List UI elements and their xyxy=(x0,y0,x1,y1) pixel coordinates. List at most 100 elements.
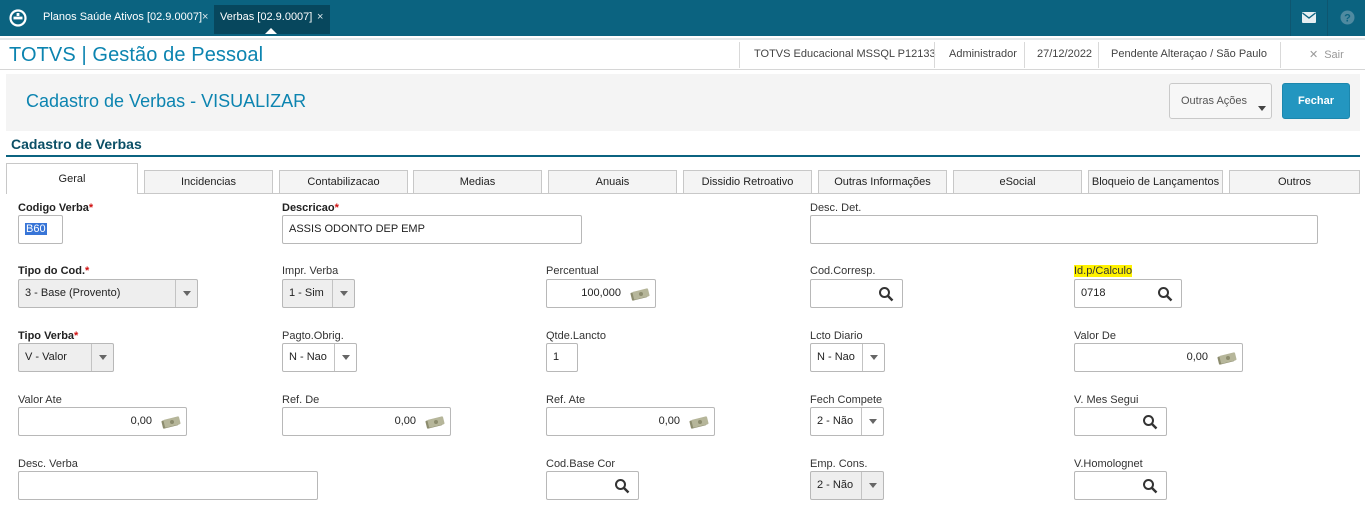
calculator-money-icon[interactable] xyxy=(689,415,709,429)
emp-cons-select[interactable]: 2 - Não xyxy=(810,471,884,500)
chevron-down-icon xyxy=(861,408,883,435)
tab-planos-saude[interactable]: Planos Saúde Ativos [02.9.0007] × xyxy=(37,5,215,34)
impr-verba-select[interactable]: 1 - Sim xyxy=(282,279,355,308)
chevron-down-icon xyxy=(332,280,354,307)
desc-verba-label: Desc. Verba xyxy=(18,458,78,470)
svg-text:?: ? xyxy=(1344,13,1351,25)
chevron-down-icon xyxy=(1258,106,1266,111)
close-button[interactable]: Fechar xyxy=(1282,83,1350,119)
tipo-verba-select[interactable]: V - Valor xyxy=(18,343,114,372)
calculator-money-icon[interactable] xyxy=(1217,351,1237,365)
section-divider xyxy=(6,155,1360,157)
tipo-cod-label: Tipo do Cod.* xyxy=(18,265,89,277)
id-calculo-field[interactable]: 0718 xyxy=(1074,279,1182,308)
date-label: 27/12/2022 xyxy=(1037,48,1093,60)
divider xyxy=(739,42,740,68)
calculator-money-icon[interactable] xyxy=(161,415,181,429)
select-value: 2 - Não xyxy=(817,415,854,427)
search-icon[interactable] xyxy=(1141,478,1159,494)
exit-label: Sair xyxy=(1324,49,1344,61)
tab-medias[interactable]: Medias xyxy=(413,170,542,194)
tab-outros[interactable]: Outros xyxy=(1229,170,1360,194)
cod-base-cor-label: Cod.Base Cor xyxy=(546,458,616,470)
v-mes-segui-label: V. Mes Segui xyxy=(1074,394,1139,406)
id-calculo-label: Id.p/Calculo xyxy=(1074,265,1133,277)
section-title: Cadastro de Verbas xyxy=(11,136,142,152)
pagto-obrig-select[interactable]: N - Nao xyxy=(282,343,357,372)
desc-verba-field[interactable] xyxy=(18,471,318,500)
lcto-diario-select[interactable]: N - Nao xyxy=(810,343,885,372)
mail-icon xyxy=(1302,12,1316,23)
divider xyxy=(1024,42,1025,68)
descricao-field[interactable]: ASSIS ODONTO DEP EMP xyxy=(282,215,582,244)
active-tab-caret-icon xyxy=(265,28,277,34)
codigo-verba-label: Codigo Verba* xyxy=(18,202,93,214)
codigo-verba-value: B60 xyxy=(25,223,47,235)
codigo-verba-field[interactable]: B60 xyxy=(18,215,63,244)
ref-de-label: Ref. De xyxy=(282,394,320,406)
chevron-down-icon xyxy=(861,472,883,499)
help-button[interactable]: ? xyxy=(1327,0,1365,36)
divider xyxy=(934,42,935,68)
search-icon[interactable] xyxy=(877,286,895,302)
close-icon: ✕ xyxy=(1309,49,1319,61)
tab-incidencias[interactable]: Incidencias xyxy=(144,170,273,194)
tab-dissidio-retroativo[interactable]: Dissidio Retroativo xyxy=(683,170,812,194)
other-actions-button[interactable]: Outras Ações xyxy=(1169,83,1272,119)
app-title: TOTVS | Gestão de Pessoal xyxy=(9,44,264,66)
select-value: N - Nao xyxy=(817,351,855,363)
search-icon[interactable] xyxy=(1141,414,1159,430)
select-value: 1 - Sim xyxy=(289,287,324,299)
percentual-field[interactable]: 100,000 xyxy=(546,279,656,308)
tab-bloqueio-lancamentos[interactable]: Bloqueio de Lançamentos xyxy=(1088,170,1223,194)
help-icon: ? xyxy=(1340,10,1355,25)
ref-ate-field[interactable]: 0,00 xyxy=(546,407,715,436)
chevron-down-icon xyxy=(862,344,884,371)
tab-outras-informacoes[interactable]: Outras Informações xyxy=(818,170,947,194)
tab-label: Verbas [02.9.0007] xyxy=(220,11,313,23)
ref-de-field[interactable]: 0,00 xyxy=(282,407,451,436)
label-text: Tipo do Cod. xyxy=(18,265,86,277)
valor-de-field[interactable]: 0,00 xyxy=(1074,343,1243,372)
close-icon[interactable]: × xyxy=(317,5,323,29)
tipo-verba-label: Tipo Verba* xyxy=(18,330,78,342)
v-homolognet-field[interactable] xyxy=(1074,471,1167,500)
divider xyxy=(1098,42,1099,68)
cod-base-cor-field[interactable] xyxy=(546,471,639,500)
tab-contabilizacao[interactable]: Contabilizacao xyxy=(279,170,408,194)
cod-corresp-label: Cod.Corresp. xyxy=(810,265,876,277)
close-icon[interactable]: × xyxy=(202,5,208,29)
v-mes-segui-field[interactable] xyxy=(1074,407,1167,436)
tab-geral[interactable]: Geral xyxy=(6,163,138,194)
exit-button[interactable]: ✕ Sair xyxy=(1309,48,1344,61)
tab-anuais[interactable]: Anuais xyxy=(548,170,677,194)
calculator-money-icon[interactable] xyxy=(630,287,650,301)
valor-ate-field[interactable]: 0,00 xyxy=(18,407,187,436)
tipo-cod-select[interactable]: 3 - Base (Provento) xyxy=(18,279,198,308)
field-value: 0718 xyxy=(1081,287,1106,299)
cod-corresp-field[interactable] xyxy=(810,279,903,308)
select-value: V - Valor xyxy=(25,351,67,363)
environment-label: TOTVS Educacional MSSQL P12133 xyxy=(754,48,936,60)
select-value: N - Nao xyxy=(289,351,327,363)
chevron-down-icon xyxy=(175,280,197,307)
page-header: Cadastro de Verbas - VISUALIZAR Outras A… xyxy=(6,74,1360,131)
fech-compete-label: Fech Compete xyxy=(810,394,883,406)
divider xyxy=(1280,42,1281,68)
fech-compete-select[interactable]: 2 - Não xyxy=(810,407,884,436)
page-title: Cadastro de Verbas - VISUALIZAR xyxy=(26,91,307,111)
mail-button[interactable] xyxy=(1290,0,1326,36)
required-marker: * xyxy=(334,202,339,214)
tab-esocial[interactable]: eSocial xyxy=(953,170,1082,194)
select-value: 3 - Base (Provento) xyxy=(25,287,121,299)
desc-det-field[interactable] xyxy=(810,215,1318,244)
search-icon[interactable] xyxy=(1156,286,1174,302)
totvs-logo-icon[interactable] xyxy=(9,9,27,27)
user-label: Administrador xyxy=(949,48,1017,60)
tab-verbas[interactable]: Verbas [02.9.0007] × xyxy=(214,5,330,34)
lcto-diario-label: Lcto Diario xyxy=(810,330,863,342)
field-value: 100,000 xyxy=(581,287,621,299)
calculator-money-icon[interactable] xyxy=(425,415,445,429)
qtde-lancto-field[interactable]: 1 xyxy=(546,343,578,372)
search-icon[interactable] xyxy=(613,478,631,494)
